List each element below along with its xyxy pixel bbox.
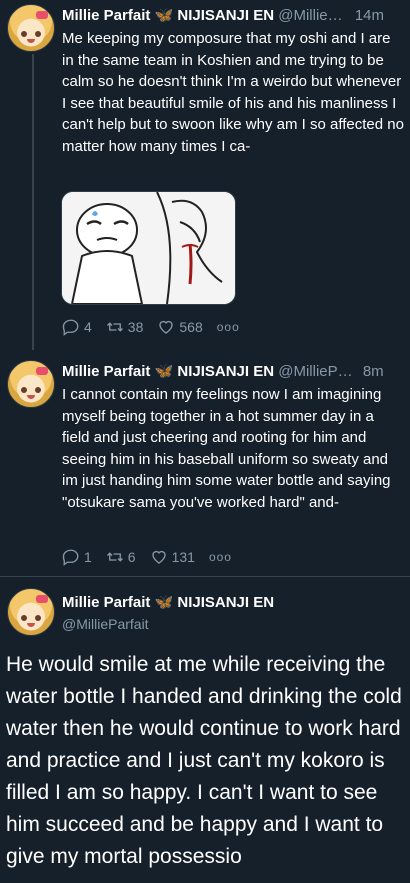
like-button[interactable]: 568 — [157, 318, 203, 336]
reply-icon — [62, 549, 79, 566]
display-name[interactable]: Millie Parfait 🦋 NIJISANJI EN — [62, 594, 274, 611]
main-tweet-text: He would smile at me while receiving the… — [6, 653, 402, 868]
main-tweet[interactable]: Millie Parfait 🦋 NIJISANJI EN @MilliePar… — [0, 577, 410, 883]
retweet-icon — [106, 552, 123, 562]
display-name[interactable]: Millie Parfait 🦋 NIJISANJI EN — [62, 363, 274, 380]
tweet[interactable]: Millie Parfait 🦋 NIJISANJI EN @Millie… 1… — [0, 0, 410, 350]
avatar[interactable] — [7, 588, 55, 636]
reply-button[interactable]: 1 — [62, 548, 92, 566]
more-icon[interactable]: ooo — [217, 320, 240, 334]
reply-button[interactable]: 4 — [62, 318, 92, 336]
retweet-button[interactable]: 6 — [106, 548, 136, 566]
timestamp[interactable]: 8m — [363, 363, 384, 380]
retweet-count: 6 — [127, 549, 136, 565]
tweet-text: Me keeping my composure that my oshi and… — [62, 30, 404, 155]
like-count: 131 — [171, 549, 195, 565]
tweet-header: Millie Parfait 🦋 NIJISANJI EN @Millie… 1… — [62, 6, 384, 24]
tweet[interactable]: Millie Parfait 🦋 NIJISANJI EN @MillieP… … — [0, 350, 410, 575]
retweet-button[interactable]: 38 — [106, 318, 144, 336]
avatar[interactable] — [7, 4, 55, 52]
display-name[interactable]: Millie Parfait 🦋 NIJISANJI EN — [62, 7, 274, 24]
reply-count: 4 — [84, 319, 92, 335]
retweet-icon — [106, 322, 123, 332]
timestamp[interactable]: 14m — [355, 7, 384, 24]
avatar[interactable] — [7, 360, 55, 408]
like-button[interactable]: 131 — [150, 548, 195, 566]
heart-icon — [159, 320, 174, 334]
user-handle[interactable]: @MillieParfait — [62, 616, 149, 632]
tweet-header: Millie Parfait 🦋 NIJISANJI EN @MillieP… … — [62, 362, 384, 380]
main-tweet-name: Millie Parfait 🦋 NIJISANJI EN — [62, 593, 274, 611]
heart-icon — [151, 550, 166, 564]
more-icon[interactable]: ooo — [209, 550, 232, 564]
user-handle[interactable]: @MillieP… — [278, 363, 352, 380]
tweet-media[interactable] — [61, 191, 236, 305]
retweet-count: 38 — [127, 319, 144, 335]
thread-line — [32, 54, 34, 350]
reply-count: 1 — [84, 549, 92, 565]
tweet-actions: 1 6 131 ooo — [62, 548, 246, 566]
tweet-text: I cannot contain my feelings now I am im… — [62, 386, 391, 511]
reply-icon — [62, 319, 79, 336]
user-handle[interactable]: @Millie… — [278, 7, 342, 24]
meme-image — [62, 192, 235, 304]
tweet-actions: 4 38 568 ooo — [62, 318, 254, 336]
like-count: 568 — [179, 319, 203, 335]
